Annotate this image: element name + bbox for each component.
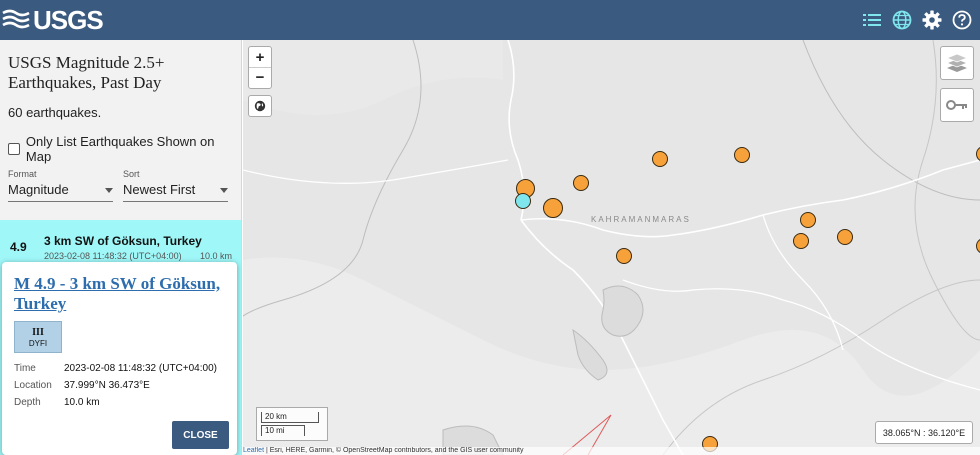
earthquake-marker[interactable] — [543, 198, 563, 218]
earthquake-marker[interactable] — [616, 248, 632, 264]
list-icon[interactable] — [860, 8, 884, 32]
site-header: USGS — [0, 0, 980, 40]
time-label: Time — [14, 363, 36, 374]
layers-icon — [946, 53, 968, 72]
leaflet-link[interactable]: Leaflet — [243, 447, 264, 454]
gear-icon[interactable] — [920, 8, 944, 32]
earthquake-marker-selected[interactable] — [515, 193, 531, 209]
format-select[interactable]: Magnitude — [8, 180, 113, 202]
page-title: USGS Magnitude 2.5+ Earthquakes, Past Da… — [8, 53, 165, 92]
legend-button[interactable] — [940, 88, 974, 122]
format-label: Format — [8, 169, 37, 179]
attribution-text: | Esri, HERE, Garmin, © OpenStreetMap co… — [264, 447, 524, 454]
dyfi-label: DYFI — [28, 339, 48, 348]
earthquake-count: 60 earthquakes. — [8, 105, 102, 120]
map-scale: 20 km 10 mi — [256, 407, 328, 441]
scale-km: 20 km — [261, 412, 319, 423]
scale-mi: 10 mi — [261, 425, 305, 436]
zoom-in-button[interactable]: + — [249, 47, 271, 67]
checkbox-label: Only List Earthquakes Shown on Map — [25, 134, 215, 164]
earthquake-marker[interactable] — [573, 175, 589, 191]
sort-value: Newest First — [123, 182, 196, 197]
earthquake-marker[interactable] — [837, 229, 853, 245]
usgs-wave-icon — [2, 9, 30, 29]
earthquake-marker[interactable] — [734, 147, 750, 163]
zoom-control: + − — [248, 46, 272, 89]
checkbox-box[interactable] — [8, 143, 20, 155]
world-view-button[interactable] — [248, 95, 272, 117]
help-icon[interactable] — [950, 8, 974, 32]
dyfi-badge[interactable]: III DYFI — [14, 321, 62, 353]
list-item-time: 2023-02-08 11:48:32 (UTC+04:00) — [44, 251, 182, 261]
map-attribution: Leaflet | Esri, HERE, Garmin, © OpenStre… — [243, 447, 980, 455]
globe-icon[interactable] — [890, 8, 914, 32]
logo-text: USGS — [33, 4, 104, 35]
location-value: 37.999°N 36.473°E — [64, 380, 150, 391]
cursor-coordinates: 38.065°N : 36.120°E — [875, 421, 973, 444]
layers-button[interactable] — [940, 46, 974, 80]
depth-value: 10.0 km — [64, 397, 100, 408]
dyfi-intensity: III — [32, 327, 44, 338]
earthquake-marker[interactable] — [800, 212, 816, 228]
list-item-magnitude: 4.9 — [10, 240, 27, 254]
chevron-down-icon — [105, 188, 113, 193]
close-button[interactable]: CLOSE — [172, 421, 229, 449]
usgs-logo[interactable]: USGS — [2, 4, 104, 35]
list-item-place: 3 km SW of Göksun, Turkey — [44, 234, 202, 248]
earthquake-popup: M 4.9 - 3 km SW of Göksun, Turkey III DY… — [2, 262, 237, 455]
location-label: Location — [14, 380, 52, 391]
sort-label: Sort — [123, 169, 140, 179]
earthquake-marker[interactable] — [652, 151, 668, 167]
depth-label: Depth — [14, 397, 41, 408]
key-icon — [946, 100, 967, 110]
time-value: 2023-02-08 11:48:32 (UTC+04:00) — [64, 363, 217, 374]
popup-title-link[interactable]: M 4.9 - 3 km SW of Göksun, Turkey — [14, 274, 229, 314]
earthquake-marker[interactable] — [793, 233, 809, 249]
only-list-shown-checkbox[interactable]: Only List Earthquakes Shown on Map — [8, 134, 241, 164]
globe-icon — [254, 100, 266, 112]
format-value: Magnitude — [8, 182, 69, 197]
basemap — [243, 40, 980, 455]
chevron-down-icon — [220, 188, 228, 193]
city-label: KAHRAMANMARAS — [591, 215, 691, 224]
sort-select[interactable]: Newest First — [123, 180, 228, 202]
list-item-depth: 10.0 km — [199, 251, 232, 261]
zoom-out-button[interactable]: − — [249, 67, 271, 87]
map-view[interactable]: KAHRAMANMARAS + − 20 km 10 mi 38.065°N:… — [243, 40, 980, 455]
